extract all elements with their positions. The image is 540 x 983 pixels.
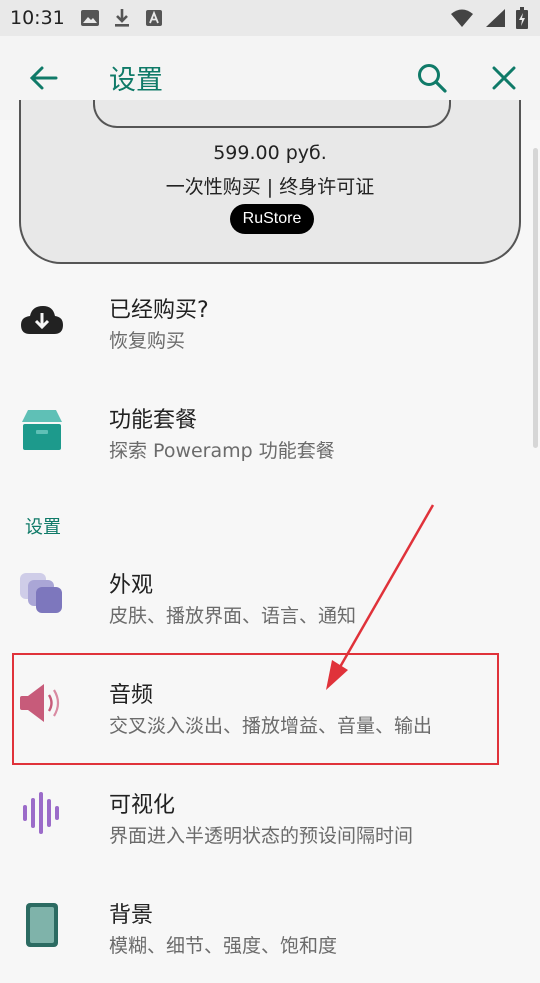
signal-icon — [486, 9, 505, 27]
purchase-card-inner-tab — [93, 100, 451, 128]
speaker-icon — [20, 684, 60, 722]
status-bar: 10:31 — [0, 0, 540, 36]
list-item-restore-purchase[interactable]: 已经购买? 恢复购买 — [0, 268, 540, 378]
list-item-feature-packs[interactable]: 功能套餐 探索 Poweramp 功能套餐 — [0, 378, 540, 488]
image-icon — [81, 10, 99, 26]
waveform-icon — [23, 792, 59, 834]
text-a-icon — [146, 10, 162, 26]
battery-icon — [516, 7, 528, 29]
list-item-audio[interactable]: 音频 交叉淡入淡出、播放增益、音量、输出 — [0, 653, 540, 763]
item-title: 背景 — [109, 903, 154, 928]
item-subtitle: 交叉淡入淡出、播放增益、音量、输出 — [109, 715, 433, 737]
rustore-button[interactable]: RuStore — [230, 204, 314, 234]
item-subtitle: 探索 Poweramp 功能套餐 — [109, 440, 335, 462]
cloud-download-icon — [21, 306, 63, 334]
item-subtitle: 恢复购买 — [109, 330, 186, 352]
license-label: 一次性购买 | 终身许可证 — [165, 176, 375, 198]
system-icons — [450, 7, 528, 29]
item-title: 音频 — [109, 683, 154, 708]
item-subtitle: 皮肤、播放界面、语言、通知 — [109, 605, 357, 627]
download-icon — [115, 9, 129, 27]
item-title: 功能套餐 — [109, 408, 198, 433]
purchase-card: 599.00 руб. 一次性购买 | 终身许可证 RuStore — [19, 100, 521, 264]
list-item-background[interactable]: 背景 模糊、细节、强度、饱和度 — [0, 873, 540, 983]
item-title: 已经购买? — [109, 298, 209, 323]
list-item-appearance[interactable]: 外观 皮肤、播放界面、语言、通知 — [0, 543, 540, 653]
notification-icons — [80, 8, 164, 28]
status-time: 10:31 — [10, 7, 65, 29]
search-icon[interactable] — [414, 60, 450, 96]
item-title: 可视化 — [109, 793, 176, 818]
layers-icon — [20, 573, 62, 613]
item-subtitle: 界面进入半透明状态的预设间隔时间 — [109, 825, 414, 847]
settings-section-header: 设置 — [25, 517, 61, 538]
item-title: 外观 — [109, 573, 154, 598]
close-icon[interactable] — [486, 60, 522, 96]
item-subtitle: 模糊、细节、强度、饱和度 — [109, 935, 338, 957]
price-label: 599.00 руб. — [213, 142, 327, 164]
background-image-icon — [26, 903, 58, 947]
page-title: 设置 — [109, 65, 163, 96]
package-box-icon — [22, 410, 62, 450]
wifi-icon — [451, 9, 473, 27]
arrow-left-icon[interactable] — [26, 60, 62, 96]
list-item-visualization[interactable]: 可视化 界面进入半透明状态的预设间隔时间 — [0, 763, 540, 873]
